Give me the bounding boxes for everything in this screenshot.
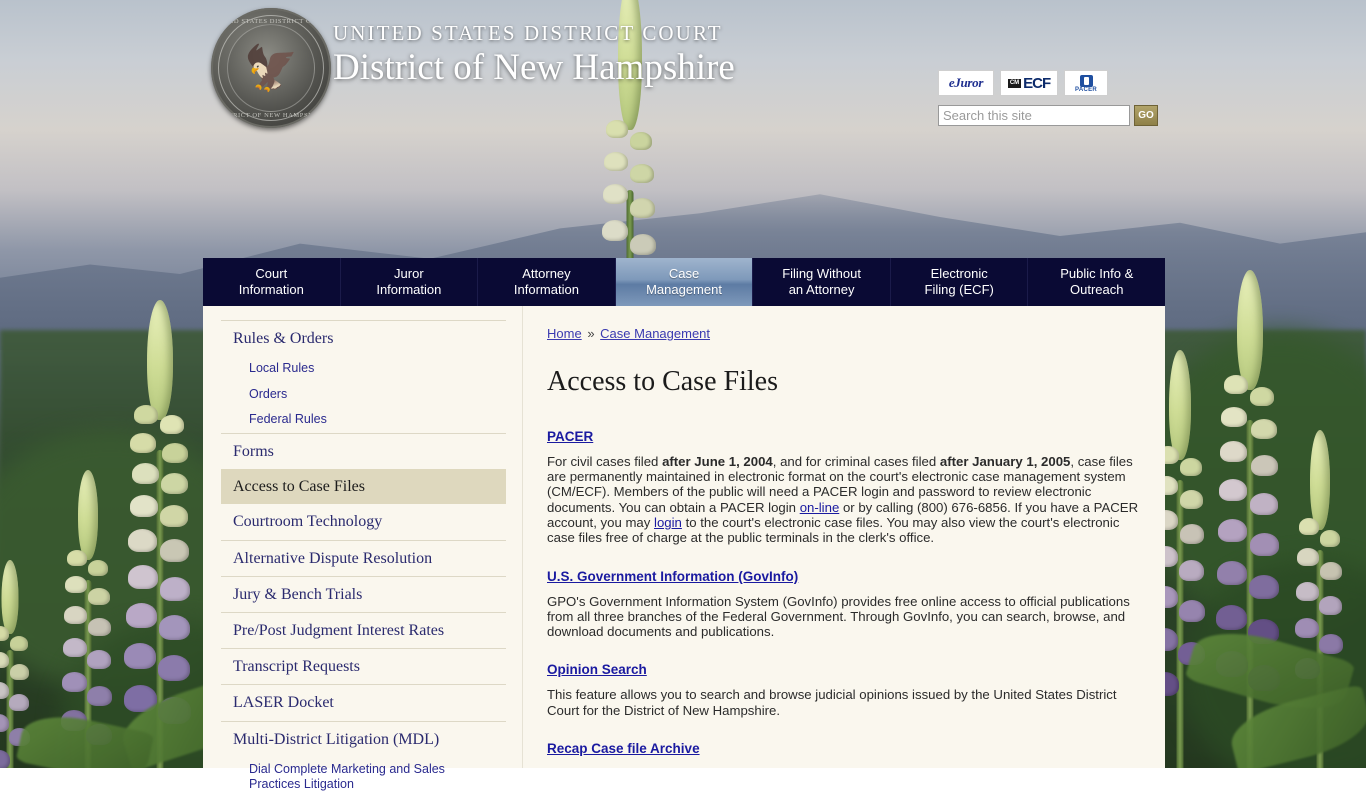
section-sidebar: Rules & Orders Local Rules Orders Federa… [203, 306, 523, 791]
nav-item-electronic-filing-ecf[interactable]: Electronic Filing (ECF) [891, 258, 1029, 306]
pacer-label: PACER [1074, 86, 1098, 93]
seal-arc-bottom-text: DISTRICT OF NEW HAMPSHIRE [216, 112, 326, 119]
sidebar-item-federal-rules[interactable]: Federal Rules [221, 407, 506, 433]
nav-label-line1: Filing Without [782, 266, 861, 281]
nav-label-line1: Electronic [930, 266, 988, 281]
section-heading-pacer[interactable]: PACER [547, 429, 593, 444]
nav-label-line2: Filing (ECF) [924, 282, 994, 297]
text-run: , and for criminal cases filed [772, 453, 940, 469]
pacer-book-icon [1079, 74, 1093, 87]
main-content: Home » Case Management Access to Case Fi… [523, 306, 1165, 768]
content-panel: Rules & Orders Local Rules Orders Federa… [203, 306, 1165, 791]
main-navigation: Court Information Juror Information Atto… [203, 258, 1165, 306]
nav-item-juror-information[interactable]: Juror Information [341, 258, 479, 306]
cmecf-badge-link[interactable]: CM ECF [1000, 70, 1058, 96]
nav-label-line1: Juror [394, 266, 424, 281]
text-run-bold: after June 1, 2004 [662, 453, 773, 469]
pacer-badge-link[interactable]: PACER [1064, 70, 1108, 96]
pacer-online-link[interactable]: on-line [800, 500, 840, 515]
nav-label-line2: Management [646, 282, 722, 297]
nav-item-court-information[interactable]: Court Information [203, 258, 341, 306]
search-go-button[interactable]: GO [1134, 105, 1158, 126]
nav-label-line1: Court [255, 266, 288, 281]
section-pacer: PACER For civil cases filed after June 1… [547, 428, 1149, 546]
cmecf-ecf-label: ECF [1023, 74, 1051, 92]
section-heading-opinion-search[interactable]: Opinion Search [547, 662, 647, 677]
nav-item-case-management[interactable]: Case Management [615, 258, 754, 306]
nav-label-line2: Information [238, 282, 304, 297]
section-body-opinion-search: This feature allows you to search and br… [547, 687, 1117, 718]
section-heading-govinfo[interactable]: U.S. Government Information (GovInfo) [547, 569, 798, 584]
nav-label-line1: Case [668, 266, 700, 281]
nav-label-line1: Attorney [522, 266, 571, 281]
breadcrumb-case-management-link[interactable]: Case Management [600, 326, 710, 341]
court-name: UNITED STATES DISTRICT COURT [333, 21, 723, 45]
pacer-login-link[interactable]: login [654, 515, 682, 530]
search-input[interactable] [938, 105, 1130, 126]
sidebar-item-multi-district-litigation[interactable]: Multi-District Litigation (MDL) [221, 722, 506, 757]
page-title: Access to Case Files [547, 366, 778, 397]
sidebar-item-courtroom-technology[interactable]: Courtroom Technology [221, 504, 506, 539]
sidebar-item-forms[interactable]: Forms [221, 434, 506, 469]
nav-item-public-info-outreach[interactable]: Public Info & Outreach [1028, 258, 1165, 306]
seal-arc-top-text: UNITED STATES DISTRICT COURT [211, 18, 331, 25]
ejuror-badge-link[interactable]: eJuror [938, 70, 994, 96]
cmecf-cm-label: CM [1007, 78, 1022, 88]
nav-label-line2: Outreach [1070, 282, 1124, 297]
nav-label-line2: an Attorney [788, 282, 855, 297]
sidebar-item-local-rules[interactable]: Local Rules [221, 356, 506, 382]
sidebar-item-pre-post-judgment-interest-rates[interactable]: Pre/Post Judgment Interest Rates [221, 613, 506, 648]
nav-label-line1: Public Info & [1060, 266, 1134, 281]
nav-label-line2: Information [376, 282, 442, 297]
site-title-block: UNITED STATES DISTRICT COURT District of… [333, 21, 735, 90]
header-badges: eJuror CM ECF PACER [938, 70, 1108, 96]
court-seal-icon: UNITED STATES DISTRICT COURT 🦅 DISTRICT … [211, 8, 331, 128]
nav-item-filing-without-an-attorney[interactable]: Filing Without an Attorney [753, 258, 891, 306]
site-search: GO [938, 105, 1158, 126]
section-govinfo: U.S. Government Information (GovInfo) GP… [547, 568, 1149, 640]
section-body-pacer: For civil cases filed after June 1, 2004… [547, 454, 1149, 546]
sidebar-item-jury-bench-trials[interactable]: Jury & Bench Trials [221, 577, 506, 612]
breadcrumb-home-link[interactable]: Home [547, 326, 582, 341]
section-recap-archive: Recap Case file Archive [547, 740, 1149, 766]
eagle-icon: 🦅 [243, 43, 299, 93]
section-opinion-search: Opinion Search This feature allows you t… [547, 661, 1149, 718]
sidebar-item-rules-orders[interactable]: Rules & Orders [221, 321, 506, 356]
nav-label-line2: Information [513, 282, 579, 297]
sidebar-item-access-to-case-files[interactable]: Access to Case Files [221, 469, 506, 505]
sidebar-item-orders[interactable]: Orders [221, 382, 506, 408]
ejuror-label: eJuror [948, 75, 984, 90]
breadcrumb-separator: » [587, 326, 595, 341]
sidebar-item-transcript-requests[interactable]: Transcript Requests [221, 649, 506, 684]
sidebar-item-laser-docket[interactable]: LASER Docket [221, 685, 506, 720]
site-header: UNITED STATES DISTRICT COURT 🦅 DISTRICT … [0, 0, 1366, 258]
sidebar-item-alternative-dispute-resolution[interactable]: Alternative Dispute Resolution [221, 541, 506, 576]
section-body-govinfo: GPO's Government Information System (Gov… [547, 593, 1130, 640]
sidebar-item-dial-complete-litigation[interactable]: Dial Complete Marketing and Sales Practi… [221, 757, 506, 798]
breadcrumb: Home » Case Management [547, 326, 1149, 341]
nav-item-attorney-information[interactable]: Attorney Information [478, 258, 616, 306]
text-run-bold: after January 1, 2005 [939, 453, 1071, 469]
text-run: For civil cases filed [547, 453, 663, 469]
section-heading-recap-archive[interactable]: Recap Case file Archive [547, 741, 700, 756]
district-name: District of New Hampshire [333, 47, 735, 89]
